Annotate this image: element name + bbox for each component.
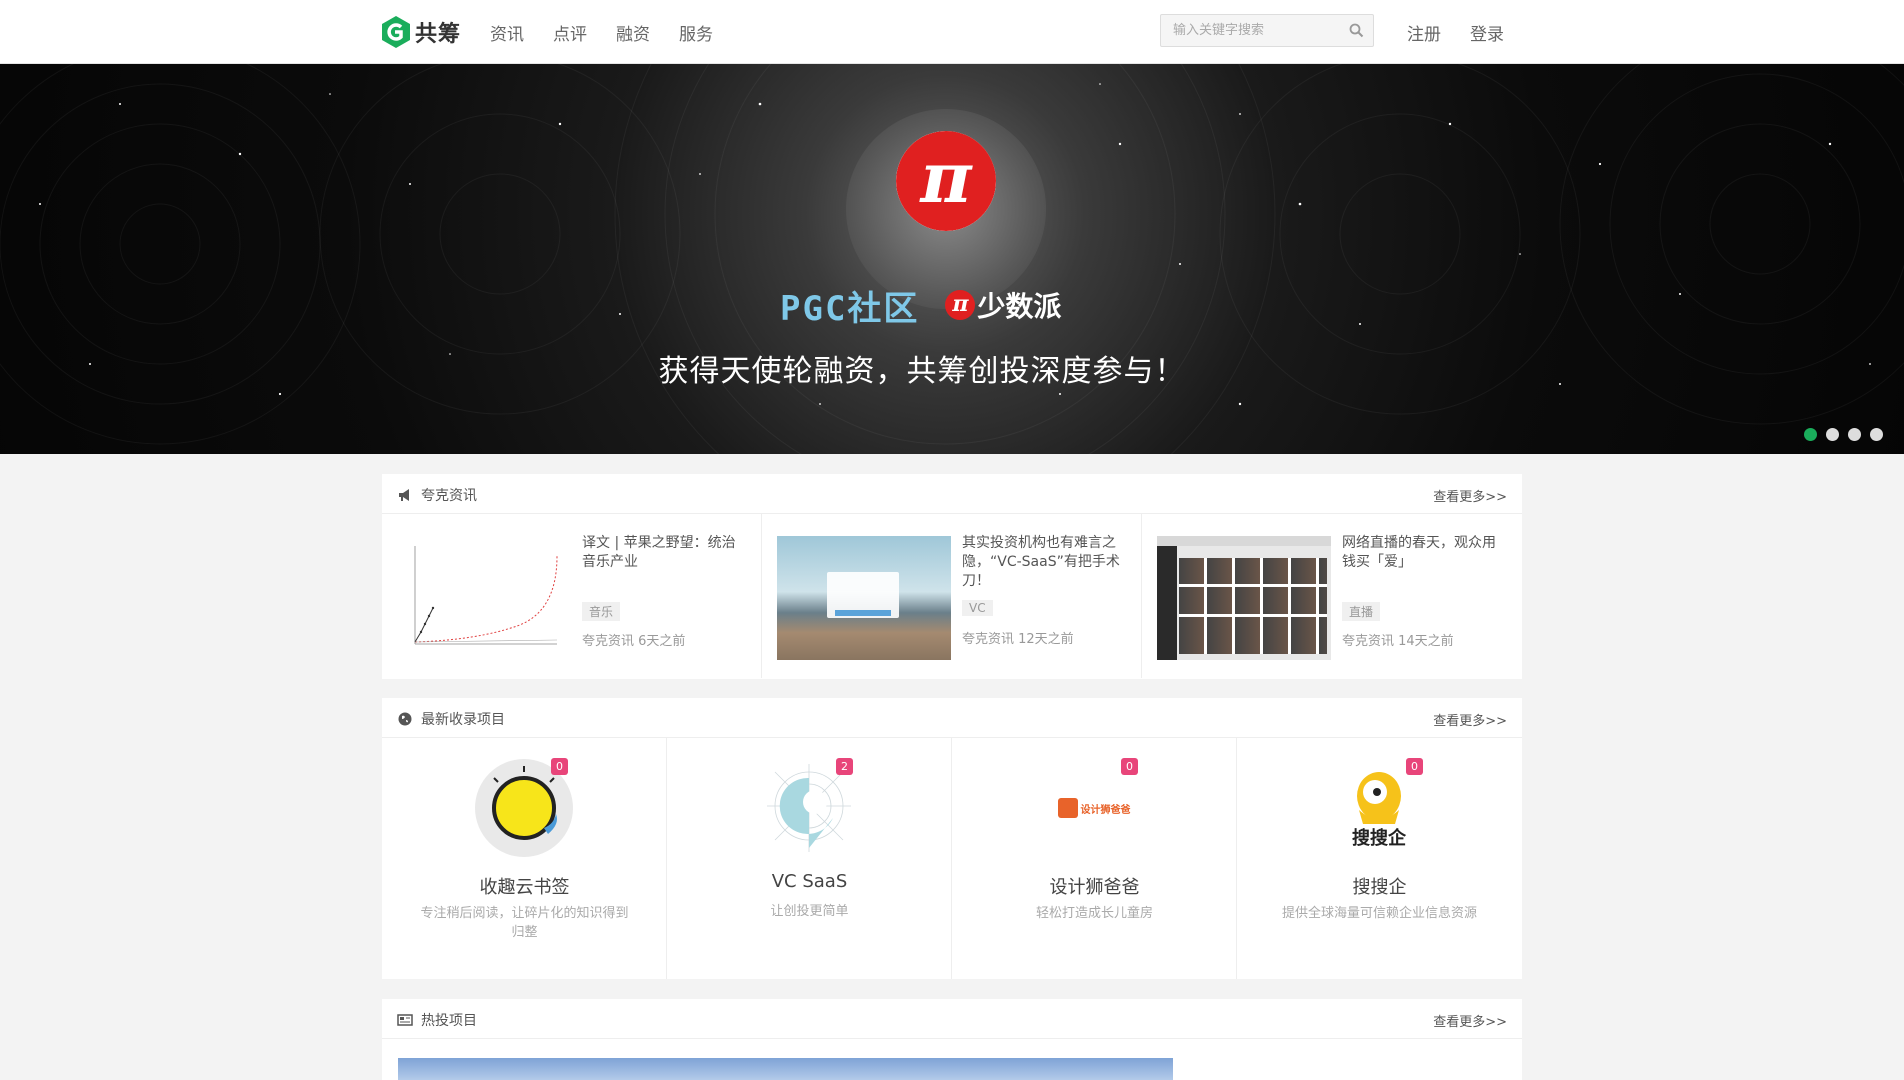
news-panel-title: 夸克资讯 [421, 488, 477, 504]
news-meta: 夸克资讯 14天之前 [1342, 634, 1454, 649]
nav-news[interactable]: 资讯 [490, 20, 524, 45]
project-desc: 轻松打造成长儿童房 [1035, 906, 1153, 921]
news-item[interactable]: 译文 | 苹果之野望：统治音乐产业 音乐 夸克资讯 6天之前 [382, 514, 762, 678]
news-title[interactable]: 网络直播的春天，观众用钱买「爱」 [1342, 534, 1507, 572]
project-desc: 让创投更简单 [770, 904, 849, 919]
top-header: 共筹 资讯 点评 融资 服务 注册 登录 [0, 0, 1904, 64]
sspai-name: 少数派 [977, 290, 1062, 323]
project-name[interactable]: 搜搜企 [1237, 873, 1522, 899]
search-input[interactable] [1161, 15, 1331, 46]
news-item[interactable]: 其实投资机构也有难言之隐，“VC-SaaS”有把手术刀！ VC 夸克资讯 12天… [762, 514, 1142, 678]
project-name[interactable]: 收趣云书签 [382, 873, 667, 899]
project-desc: 提供全球海量可信赖企业信息资源 [1281, 906, 1477, 921]
carousel-dots [1804, 428, 1892, 441]
pi-icon: π [945, 290, 976, 320]
project-card[interactable]: 2 VC SaaS 让创投更简单 [667, 738, 952, 979]
hot-panel-title: 热投项目 [421, 1013, 477, 1029]
globe-icon [398, 712, 412, 726]
carousel-dot-3[interactable] [1848, 428, 1861, 441]
news-tag[interactable]: 音乐 [582, 602, 621, 621]
comment-count-badge: 0 [1406, 758, 1423, 775]
news-title[interactable]: 其实投资机构也有难言之隐，“VC-SaaS”有把手术刀！ [962, 534, 1127, 591]
newspaper-icon [397, 1014, 413, 1026]
project-desc: 专注稍后阅读，让碎片化的知识得到归整 [420, 906, 629, 940]
carousel-dot-1[interactable] [1804, 428, 1817, 441]
news-meta: 夸克资讯 6天之前 [582, 634, 686, 649]
news-panel: 夸克资讯 查看更多>> 译文 | 苹果之野望：统治音乐产业 音乐 夸克资讯 6天… [382, 474, 1522, 679]
news-tag[interactable]: 直播 [1342, 602, 1381, 621]
comment-count-badge: 0 [1121, 758, 1138, 775]
banner-slogan: 获得天使轮融资，共筹创投深度参与！ [658, 354, 1186, 389]
projects-panel: 最新收录项目 查看更多>> 0 收趣云书签 专注稍后阅读，让碎片化的知识得到归整 [382, 698, 1522, 979]
news-tag[interactable]: VC [962, 600, 993, 616]
sspai-brand: π 少数派 [945, 285, 1061, 325]
hero-banner[interactable]: π PGC社区 π 少数派 获得天使轮融资，共筹创投深度参与！ [0, 64, 1904, 454]
project-name[interactable]: 设计狮爸爸 [952, 873, 1237, 899]
sspai-pi-logo: π [896, 131, 996, 231]
project-card[interactable]: 0 收趣云书签 专注稍后阅读，让碎片化的知识得到归整 [382, 738, 667, 979]
nav-financing[interactable]: 融资 [616, 20, 650, 45]
carousel-dot-2[interactable] [1826, 428, 1839, 441]
news-panel-header: 夸克资讯 查看更多>> [382, 474, 1522, 514]
news-more-link[interactable]: 查看更多>> [1433, 486, 1507, 505]
projects-panel-header: 最新收录项目 查看更多>> [382, 698, 1522, 738]
project-card[interactable]: 搜搜企 0 搜搜企 提供全球海量可信赖企业信息资源 [1237, 738, 1522, 979]
nav-reviews[interactable]: 点评 [553, 20, 587, 45]
news-thumbnail-chart [397, 536, 571, 660]
news-meta: 夸克资讯 12天之前 [962, 632, 1074, 647]
login-link[interactable]: 登录 [1470, 20, 1504, 45]
hot-projects-panel: 热投项目 查看更多>> [382, 999, 1522, 1080]
auth-links: 注册 登录 [1407, 20, 1533, 45]
project-card[interactable]: 设计狮爸爸 0 设计狮爸爸 轻松打造成长儿童房 [952, 738, 1237, 979]
projects-more-link[interactable]: 查看更多>> [1433, 710, 1507, 729]
main-nav: 资讯 点评 融资 服务 [490, 20, 742, 45]
megaphone-icon [399, 489, 409, 501]
projects-panel-title: 最新收录项目 [421, 712, 505, 728]
comment-count-badge: 2 [836, 758, 853, 775]
project-name[interactable]: VC SaaS [667, 871, 952, 892]
logo-icon [382, 16, 410, 48]
nav-services[interactable]: 服务 [679, 20, 713, 45]
carousel-dot-4[interactable] [1870, 428, 1883, 441]
hot-panel-header: 热投项目 查看更多>> [382, 999, 1522, 1039]
news-item[interactable]: 网络直播的春天，观众用钱买「爱」 直播 夸克资讯 14天之前 [1142, 514, 1522, 678]
comment-count-badge: 0 [551, 758, 568, 775]
hot-project-image[interactable] [398, 1058, 1173, 1080]
search-icon[interactable] [1349, 23, 1364, 38]
logo-text: 共筹 [415, 22, 462, 47]
news-thumbnail-livestream [1157, 536, 1331, 660]
search-box [1160, 14, 1374, 47]
news-thumbnail-vcsaas [777, 536, 951, 660]
pgc-title: PGC社区 [780, 288, 920, 329]
site-logo[interactable]: 共筹 [381, 14, 461, 50]
banner-titles: PGC社区 π 少数派 [780, 282, 1061, 329]
hot-more-link[interactable]: 查看更多>> [1433, 1011, 1507, 1030]
news-title[interactable]: 译文 | 苹果之野望：统治音乐产业 [582, 534, 747, 572]
register-link[interactable]: 注册 [1407, 20, 1441, 45]
